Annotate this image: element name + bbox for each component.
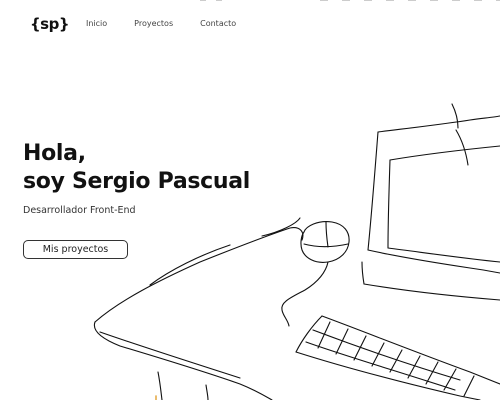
desk-computer-sketch-icon [93,103,500,400]
hero-subtitle: Desarrollador Front-End [23,205,136,216]
page: {sp} Inicio Proyectos Contacto Hola, soy… [0,0,500,400]
hero-title: Hola, soy Sergio Pascual [23,140,250,196]
hero-title-line-2: soy Sergio Pascual [23,169,251,194]
hero-title-line-1: Hola, [23,141,86,166]
my-projects-button[interactable]: Mis proyectos [23,240,128,259]
